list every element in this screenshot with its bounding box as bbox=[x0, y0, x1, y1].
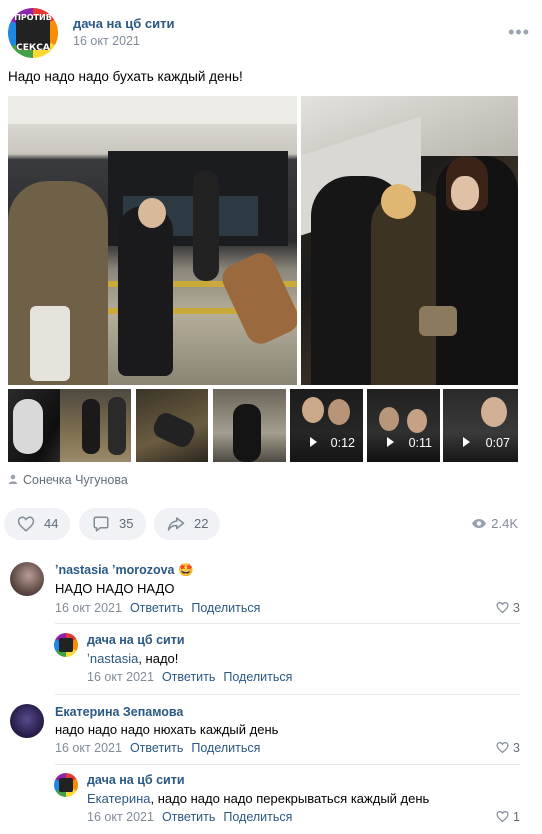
group-avatar-text-bottom: СЕКСА bbox=[16, 43, 50, 53]
post-text: Надо надо надо бухать каждый день! bbox=[8, 69, 243, 84]
comment-icon bbox=[93, 516, 109, 532]
post-author[interactable]: Сонечка Чугунова bbox=[8, 473, 128, 487]
reply-date[interactable]: 16 окт 2021 bbox=[87, 670, 154, 684]
share-count: 22 bbox=[194, 516, 209, 531]
comment-count: 35 bbox=[119, 516, 134, 531]
reply-link[interactable]: Ответить bbox=[130, 741, 183, 755]
heart-icon bbox=[496, 811, 509, 823]
mention-link[interactable]: Екатерина bbox=[87, 791, 151, 806]
commenter-name[interactable]: ʼnastasia ʼmorozova 🤩 bbox=[55, 563, 194, 578]
reply-text: ʼnastasia, надо! bbox=[87, 651, 179, 666]
views-counter: 2.4K bbox=[471, 516, 518, 531]
video-thumb-3[interactable]: 0:07 bbox=[443, 389, 518, 462]
reply-link[interactable]: Ответить bbox=[130, 601, 183, 615]
video-thumb-1[interactable]: 0:12 bbox=[290, 389, 363, 462]
group-avatar-text-top: ПРОТИВ bbox=[14, 13, 52, 22]
post-header: ПРОТИВ СЕКСА дача на цб сити 16 окт 2021… bbox=[8, 8, 534, 58]
reply-meta: 16 окт 2021 Ответить Поделиться bbox=[87, 810, 292, 824]
share-button[interactable]: 22 bbox=[154, 508, 220, 540]
comment-date[interactable]: 16 окт 2021 bbox=[55, 741, 122, 755]
like-count: 44 bbox=[44, 516, 59, 531]
person-icon bbox=[8, 474, 18, 484]
more-options-icon[interactable]: ••• bbox=[508, 22, 530, 43]
comment-meta: 16 окт 2021 Ответить Поделиться bbox=[55, 741, 260, 755]
comment-divider bbox=[55, 694, 520, 695]
share-link[interactable]: Поделиться bbox=[191, 741, 260, 755]
post-photo-2[interactable] bbox=[301, 96, 518, 385]
like-button[interactable]: 44 bbox=[4, 508, 70, 540]
comment-like-button[interactable]: 1 bbox=[495, 810, 520, 824]
commenter-avatar[interactable] bbox=[10, 562, 44, 596]
reply-group-avatar[interactable] bbox=[54, 633, 78, 657]
thumb-photo-4[interactable] bbox=[213, 389, 286, 462]
reply-meta: 16 окт 2021 Ответить Поделиться bbox=[87, 670, 292, 684]
comment-text: НАДО НАДО НАДО bbox=[55, 581, 175, 596]
comment-like-button[interactable]: 3 bbox=[495, 601, 520, 615]
comment-meta: 16 окт 2021 Ответить Поделиться bbox=[55, 601, 260, 615]
post-date[interactable]: 16 окт 2021 bbox=[73, 34, 140, 48]
share-link[interactable]: Поделиться bbox=[191, 601, 260, 615]
reply-date[interactable]: 16 окт 2021 bbox=[87, 810, 154, 824]
comment-like-button[interactable]: 3 bbox=[495, 741, 520, 755]
play-icon bbox=[387, 437, 394, 447]
comment-like-count: 1 bbox=[513, 810, 520, 824]
video-duration: 0:12 bbox=[330, 436, 355, 450]
views-count: 2.4K bbox=[491, 516, 518, 531]
comment-like-count: 3 bbox=[513, 741, 520, 755]
video-thumb-2[interactable]: 0:11 bbox=[367, 389, 440, 462]
share-link[interactable]: Поделиться bbox=[223, 670, 292, 684]
heart-icon bbox=[496, 602, 509, 614]
comment-divider bbox=[55, 623, 520, 624]
heart-icon bbox=[496, 742, 509, 754]
video-duration: 0:11 bbox=[408, 436, 432, 450]
share-link[interactable]: Поделиться bbox=[223, 810, 292, 824]
thumb-photo-3[interactable] bbox=[136, 389, 208, 462]
comment-date[interactable]: 16 окт 2021 bbox=[55, 601, 122, 615]
group-name[interactable]: дача на цб сити bbox=[73, 16, 174, 31]
star-struck-icon: 🤩 bbox=[177, 563, 194, 577]
reply-author-name[interactable]: дача на цб сити bbox=[87, 633, 185, 647]
comment-like-count: 3 bbox=[513, 601, 520, 615]
reply-link[interactable]: Ответить bbox=[162, 670, 215, 684]
comment-button[interactable]: 35 bbox=[79, 508, 146, 540]
play-icon bbox=[463, 437, 470, 447]
group-avatar[interactable]: ПРОТИВ СЕКСА bbox=[8, 8, 58, 58]
heart-icon bbox=[17, 516, 35, 532]
reply-text: Екатерина, надо надо надо перекрываться … bbox=[87, 791, 430, 806]
mention-link[interactable]: ʼnastasia bbox=[87, 651, 138, 666]
video-duration: 0:07 bbox=[485, 436, 510, 450]
thumb-photo-2[interactable] bbox=[60, 389, 131, 462]
reply-link[interactable]: Ответить bbox=[162, 810, 215, 824]
play-icon bbox=[310, 437, 317, 447]
commenter-name[interactable]: Екатерина Зепамова bbox=[55, 705, 183, 719]
comment-text: надо надо надо нюхать каждый день bbox=[55, 722, 279, 737]
reply-group-avatar[interactable] bbox=[54, 773, 78, 797]
comment-divider bbox=[55, 764, 520, 765]
share-icon bbox=[167, 517, 185, 531]
post-author-name: Сонечка Чугунова bbox=[23, 473, 128, 487]
eye-icon bbox=[472, 519, 487, 528]
reply-author-name[interactable]: дача на цб сити bbox=[87, 773, 185, 787]
commenter-avatar[interactable] bbox=[10, 704, 44, 738]
post-photo-1[interactable] bbox=[8, 96, 297, 385]
